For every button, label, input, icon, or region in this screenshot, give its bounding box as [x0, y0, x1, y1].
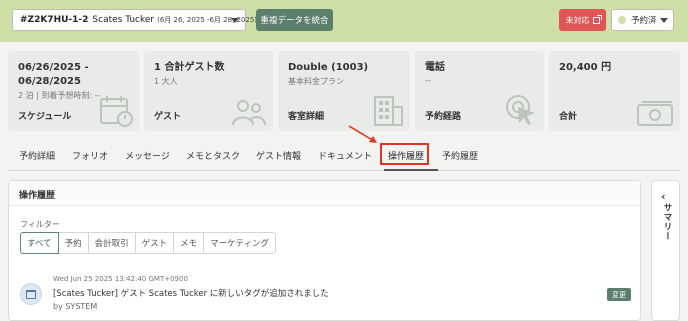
- reservation-dates: (6月 26, 2025 -6月 28, 2025): [157, 16, 258, 24]
- filter-guest-button[interactable]: ゲスト: [134, 232, 175, 254]
- activity-log-panel: 操作履歴 フィルター すべて 予約 会計取引 ゲスト メモ マーケティング We…: [8, 180, 641, 321]
- annotation-highlight-box: [380, 143, 429, 165]
- card-title: Double (1003): [288, 62, 369, 73]
- chevron-left-icon: ‹: [661, 190, 666, 203]
- tab-folio[interactable]: フォリオ: [72, 149, 108, 162]
- guest-card[interactable]: 1 合計ゲスト数 1 大人 ゲスト: [144, 51, 273, 131]
- chevron-down-icon: [231, 18, 239, 23]
- people-icon: [232, 100, 266, 126]
- card-sub: --: [425, 76, 431, 85]
- change-badge: 変更: [607, 288, 631, 301]
- tab-messages[interactable]: メッセージ: [125, 149, 170, 162]
- card-title: 20,400 円: [559, 62, 612, 73]
- log-timestamp: Wed Jun 25 2025 13:42:40 GMT+0900: [53, 275, 188, 283]
- card-title: 電話: [425, 62, 445, 73]
- tab-notes-tasks[interactable]: メモとタスク: [186, 149, 240, 162]
- merge-duplicates-button[interactable]: 重複データを統合: [256, 9, 333, 31]
- top-bar: #Z2K7HU-1-2 Scates Tucker (6月 26, 2025 -…: [0, 0, 688, 42]
- tab-reservation-history[interactable]: 予約履歴: [442, 149, 478, 162]
- total-card[interactable]: 20,400 円 合計: [549, 51, 680, 131]
- filter-marketing-button[interactable]: マーケティング: [203, 232, 276, 254]
- external-link-icon: [592, 14, 602, 24]
- filter-notes-button[interactable]: メモ: [173, 232, 205, 254]
- card-sub: 1 大人: [154, 77, 178, 86]
- cursor-target-icon: [506, 95, 535, 125]
- card-label: 合計: [559, 112, 578, 122]
- summary-label: サマリー: [662, 203, 672, 241]
- status-label: 予約済: [631, 16, 657, 26]
- card-title: 1 合計ゲスト数: [154, 62, 225, 73]
- card-label: ゲスト: [154, 112, 182, 122]
- reservation-select[interactable]: #Z2K7HU-1-2 Scates Tucker (6月 26, 2025 -…: [12, 9, 257, 31]
- status-select[interactable]: 予約済: [611, 9, 674, 31]
- card-label: 予約経路: [425, 112, 462, 122]
- reservation-id: #Z2K7HU-1-2: [20, 15, 89, 25]
- unhandled-label: 未対応: [565, 15, 590, 25]
- chevron-down-icon: [660, 18, 668, 23]
- calendar-icon: [20, 283, 42, 305]
- filter-reservation-button[interactable]: 予約: [57, 232, 89, 254]
- filter-transactions-button[interactable]: 会計取引: [87, 232, 136, 254]
- card-sub: 基本料金プラン: [288, 77, 344, 86]
- schedule-card[interactable]: 06/26/2025 - 06/28/2025 2 泊 | 到着予想時刻: --…: [8, 51, 139, 131]
- filter-group: すべて 予約 会計取引 ゲスト メモ マーケティング: [20, 232, 276, 254]
- channel-card[interactable]: 電話 -- 予約経路: [415, 51, 544, 131]
- filter-label: フィルター: [20, 220, 60, 229]
- status-dot-icon: [618, 16, 626, 24]
- guest-name: Scates Tucker: [92, 15, 155, 25]
- unhandled-button[interactable]: 未対応: [559, 9, 606, 31]
- card-title: 06/26/2025 - 06/28/2025: [18, 62, 89, 87]
- calendar-icon: [100, 96, 133, 127]
- filter-all-button[interactable]: すべて: [20, 232, 59, 254]
- panel-title: 操作履歴: [9, 181, 640, 206]
- card-label: スケジュール: [18, 112, 72, 122]
- card-label: 客室詳細: [288, 112, 325, 122]
- money-icon: [637, 101, 673, 126]
- room-card[interactable]: Double (1003) 基本料金プラン 客室詳細: [278, 51, 410, 131]
- log-message: [Scates Tucker] ゲスト Scates Tucker に新しいタグ…: [53, 289, 329, 299]
- tab-bar: 予約詳細 フォリオ メッセージ メモとタスク ゲスト情報 ドキュメント 操作履歴…: [8, 143, 680, 171]
- tab-reservation-details[interactable]: 予約詳細: [19, 149, 55, 162]
- active-tab-indicator: [384, 169, 438, 171]
- tab-guest-info[interactable]: ゲスト情報: [256, 149, 301, 162]
- tab-documents[interactable]: ドキュメント: [318, 149, 372, 162]
- log-author: by SYSTEM: [53, 302, 98, 311]
- summary-toggle[interactable]: ‹ サマリー: [651, 180, 680, 321]
